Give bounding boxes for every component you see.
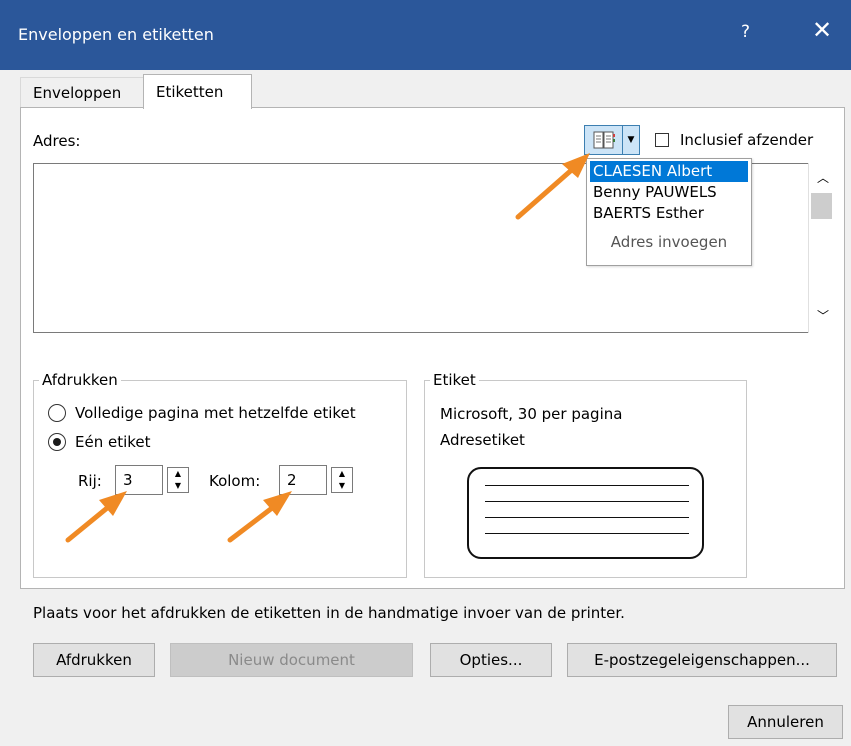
annotation-arrows [65,153,590,543]
arrow-column [227,502,279,543]
arrow-row [65,501,115,543]
arrow-address-book [515,164,578,220]
